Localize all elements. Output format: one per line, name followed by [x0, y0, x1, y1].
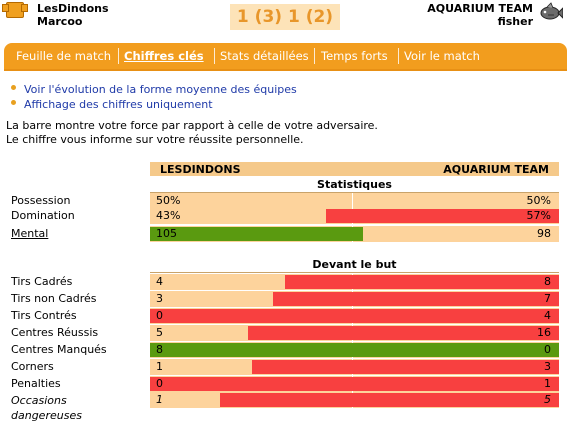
link-chiffres-uniquement[interactable]: Affichage des chiffres uniquement: [24, 98, 213, 111]
away-value: 57%: [526, 209, 551, 222]
home-value: 1: [156, 393, 163, 406]
away-value: 1: [544, 377, 551, 390]
tab-underline: [4, 69, 567, 71]
match-score: 1 (3) 1 (2): [230, 4, 340, 30]
info-text-2: Le chiffre vous informe sur votre réussi…: [6, 133, 304, 146]
home-value: 0: [156, 377, 163, 390]
away-bar: [150, 377, 559, 391]
bullet-icon: [11, 100, 16, 105]
away-team-block: AQUARIUM TEAM fisher: [427, 2, 533, 28]
row-label: Centres Manqués: [11, 343, 107, 356]
home-manager-name[interactable]: Marcoo: [37, 15, 109, 28]
home-value: 43%: [156, 209, 181, 222]
home-value: 5: [156, 326, 163, 339]
section-statistiques: Statistiques: [150, 178, 559, 192]
tab-temps-forts[interactable]: Temps forts: [321, 49, 388, 63]
home-bar: [150, 343, 559, 357]
home-team-name[interactable]: LesDindons: [37, 2, 109, 15]
section-divider: [150, 272, 559, 273]
away-bar: [248, 326, 559, 340]
away-manager-name[interactable]: fisher: [427, 15, 533, 28]
tab-separator: [314, 48, 315, 64]
away-value: 7: [544, 292, 551, 305]
home-value: 105: [156, 227, 177, 240]
home-value: 50%: [156, 194, 181, 207]
comparison-bar: 105 98: [150, 226, 559, 242]
away-value: 98: [537, 227, 551, 240]
away-value: 5: [544, 393, 551, 406]
row-label: Centres Réussis: [11, 326, 99, 339]
away-bar: [326, 209, 559, 223]
comparison-bar: 43% 57%: [150, 208, 559, 224]
home-team-block: LesDindons Marcoo: [37, 2, 109, 28]
away-value: 4: [544, 309, 551, 322]
row-label: Possession: [11, 194, 71, 207]
home-value: 3: [156, 292, 163, 305]
away-value: 50%: [526, 194, 551, 207]
home-value: 8: [156, 343, 163, 356]
comparison-bar: 80: [150, 342, 559, 358]
home-value: 0: [156, 309, 163, 322]
row-label: Tirs Cadrés: [11, 275, 73, 288]
away-bar: [150, 309, 559, 323]
row-label: Corners: [11, 360, 54, 373]
tab-voir-le-match[interactable]: Voir le match: [404, 49, 480, 63]
match-tabs: Feuille de match Chiffres clés Stats dét…: [4, 43, 567, 69]
away-bar: [252, 360, 559, 374]
comparison-bar: 5 16: [150, 325, 559, 341]
away-bar: [273, 292, 559, 306]
comparison-bar: 13: [150, 359, 559, 375]
section-devant-le-but: Devant le but: [150, 258, 559, 272]
comparison-bar: 15: [150, 392, 559, 408]
row-label[interactable]: Mental: [11, 227, 48, 240]
info-text-1: La barre montre votre force par rapport …: [6, 119, 378, 132]
comparison-bar: 37: [150, 291, 559, 307]
home-value: 1: [156, 360, 163, 373]
row-label: Domination: [11, 209, 75, 222]
tab-stats-detaillees[interactable]: Stats détaillées: [220, 49, 309, 63]
home-value: 4: [156, 275, 163, 288]
comparison-bar: 01: [150, 376, 559, 392]
home-column-header: LESDINDONS: [160, 163, 241, 176]
away-value: 0: [544, 343, 551, 356]
away-team-name[interactable]: AQUARIUM TEAM: [427, 2, 533, 15]
comparison-bar: 48: [150, 274, 559, 290]
tab-separator: [398, 48, 399, 64]
bullet-icon: [11, 85, 16, 90]
away-bar: [220, 393, 559, 407]
tab-separator: [118, 48, 119, 64]
fish-logo-icon: [540, 2, 563, 20]
comparison-bar: 50% 50%: [150, 193, 559, 209]
away-column-header: AQUARIUM TEAM: [443, 163, 549, 176]
tab-chiffres-cles[interactable]: Chiffres clés: [124, 49, 204, 63]
away-value: 3: [544, 360, 551, 373]
row-label: Occasions dangereuses: [11, 394, 82, 422]
link-forme-moyenne[interactable]: Voir l'évolution de la forme moyenne des…: [24, 83, 297, 96]
tab-separator: [214, 48, 215, 64]
comparison-bar: 04: [150, 308, 559, 324]
home-shirt-icon: [2, 2, 28, 18]
away-value: 8: [544, 275, 551, 288]
row-label: Penalties: [11, 377, 61, 390]
row-label: Tirs non Cadrés: [11, 292, 97, 305]
away-bar: [285, 275, 559, 289]
match-header: LesDindons Marcoo 1 (3) 1 (2) AQUARIUM T…: [0, 0, 567, 34]
away-value: 16: [537, 326, 551, 339]
row-label: Tirs Contrés: [11, 309, 77, 322]
bar-midline: [352, 193, 353, 209]
tab-feuille-de-match[interactable]: Feuille de match: [16, 49, 111, 63]
home-bar: [150, 227, 363, 241]
